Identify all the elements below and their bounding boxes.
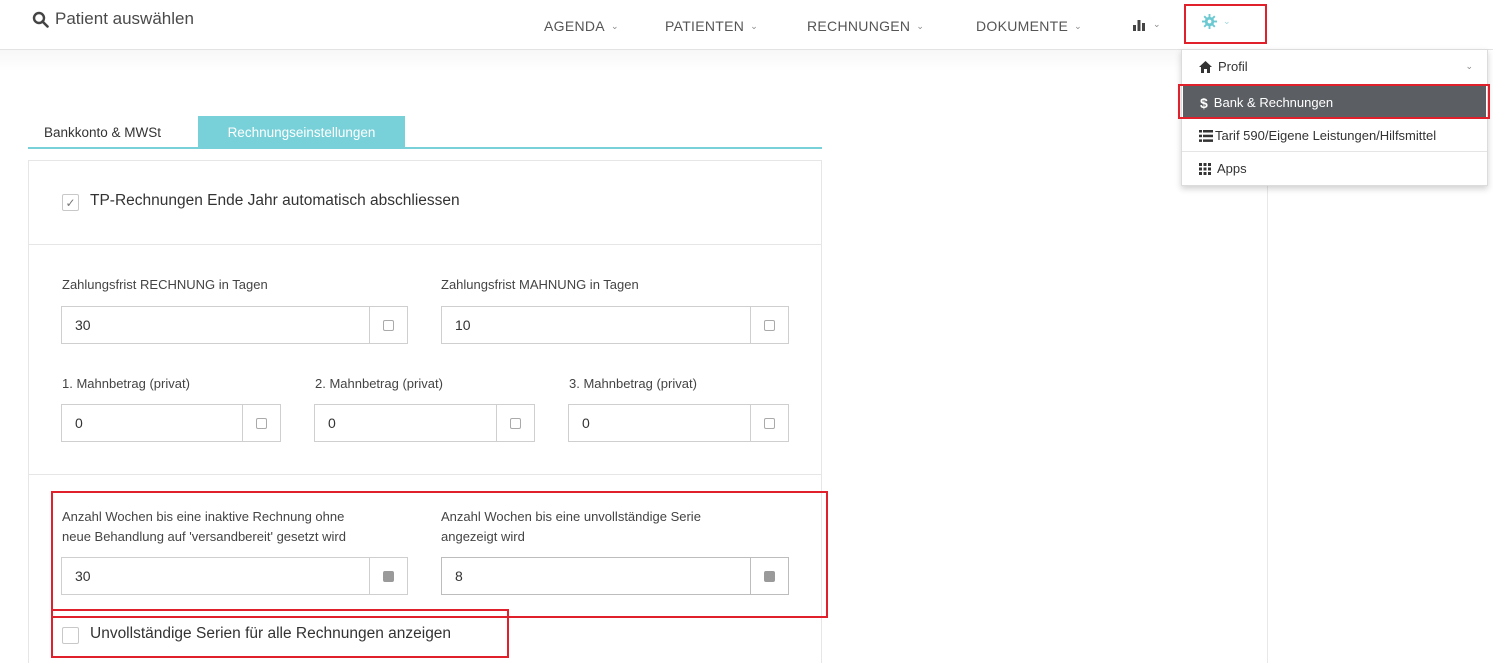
bar-chart-icon: [1133, 20, 1145, 31]
home-icon: [1199, 60, 1212, 73]
tp-auto-close-checkbox[interactable]: ✓: [62, 194, 79, 211]
chevron-down-icon: ⌄: [750, 20, 759, 31]
chevron-down-icon: ⌄: [1153, 19, 1161, 29]
square-icon: [764, 319, 775, 331]
wochen-serie-addon[interactable]: [751, 557, 789, 595]
nav-dokumente-label: DOKUMENTE: [976, 18, 1069, 34]
unvollstaendige-serien-label: Unvollständige Serien für alle Rechnunge…: [90, 625, 452, 642]
square-icon: [383, 319, 394, 331]
menu-item-apps-label: Apps: [1217, 161, 1247, 176]
menu-item-bank-rechnungen-label: Bank & Rechnungen: [1213, 95, 1334, 110]
nav-dokumente[interactable]: DOKUMENTE ⌄: [976, 18, 1082, 34]
mahnbetrag-1-input[interactable]: 0: [61, 404, 243, 442]
wochen-serie-label: Anzahl Wochen bis eine unvollständige Se…: [441, 507, 701, 547]
settings-dropdown: Profil ⌄ $ Bank & Rechnungen Tarif 590/E…: [1181, 49, 1488, 186]
section-divider: [28, 474, 822, 475]
zahlungsfrist-rechnung-addon[interactable]: [370, 306, 408, 344]
wochen-inaktiv-addon[interactable]: [370, 557, 408, 595]
menu-item-tarif-label: Tarif 590/Eigene Leistungen/Hilfsmittel: [1215, 128, 1437, 143]
list-icon: [1199, 129, 1213, 142]
mahnbetrag-1-label: 1. Mahnbetrag (privat): [62, 376, 190, 391]
square-icon: [256, 417, 267, 429]
tab-bankkonto[interactable]: Bankkonto & MWSt: [44, 116, 161, 148]
tab-rechnungseinstellungen-label: Rechnungseinstellungen: [227, 124, 376, 140]
menu-item-tarif[interactable]: Tarif 590/Eigene Leistungen/Hilfsmittel: [1182, 119, 1487, 152]
square-icon: [764, 417, 775, 429]
zahlungsfrist-rechnung-input[interactable]: 30: [61, 306, 370, 344]
wochen-inaktiv-label-line1: Anzahl Wochen bis eine inaktive Rechnung…: [62, 509, 345, 524]
gear-icon: [1202, 14, 1217, 29]
chevron-down-icon: ⌄: [610, 20, 619, 31]
mahnbetrag-2-input[interactable]: 0: [314, 404, 497, 442]
nav-patienten-label: PATIENTEN: [665, 18, 745, 34]
mahnbetrag-3-label: 3. Mahnbetrag (privat): [569, 376, 697, 391]
nav-agenda-label: AGENDA: [544, 18, 605, 34]
nav-rechnungen[interactable]: RECHNUNGEN ⌄: [807, 18, 924, 34]
wochen-inaktiv-label-line2: neue Behandlung auf 'versandbereit' gese…: [62, 529, 346, 544]
content-shadow: [0, 50, 1268, 72]
menu-separator: [1182, 84, 1487, 85]
zahlungsfrist-mahnung-input[interactable]: 10: [441, 306, 751, 344]
unvollstaendige-serien-checkbox[interactable]: [62, 627, 79, 644]
square-icon: [383, 570, 394, 582]
mahnbetrag-2-addon[interactable]: [497, 404, 535, 442]
menu-item-profil[interactable]: Profil ⌄: [1182, 50, 1487, 83]
mahnbetrag-3-input[interactable]: 0: [568, 404, 751, 442]
content-edge: [1267, 185, 1268, 663]
dollar-icon: $: [1200, 94, 1208, 111]
mahnbetrag-3-addon[interactable]: [751, 404, 789, 442]
chevron-down-icon: ⌄: [1223, 16, 1231, 26]
nav-rechnungen-label: RECHNUNGEN: [807, 18, 911, 34]
wochen-inaktiv-input[interactable]: 30: [61, 557, 370, 595]
nav-patienten[interactable]: PATIENTEN ⌄: [665, 18, 758, 34]
section-divider: [28, 244, 822, 245]
nav-agenda[interactable]: AGENDA ⌄: [544, 18, 619, 34]
wochen-inaktiv-label: Anzahl Wochen bis eine inaktive Rechnung…: [62, 507, 346, 547]
square-icon: [510, 417, 521, 429]
square-icon: [764, 570, 775, 582]
wochen-serie-label-line1: Anzahl Wochen bis eine unvollständige Se…: [441, 509, 701, 524]
patient-search-label: Patient auswählen: [55, 9, 194, 28]
top-navbar: Patient auswählen AGENDA ⌄ PATIENTEN ⌄ R…: [0, 0, 1493, 50]
wochen-serie-input[interactable]: 8: [441, 557, 751, 595]
tp-auto-close-label: TP-Rechnungen Ende Jahr automatisch absc…: [90, 192, 460, 209]
menu-item-apps[interactable]: Apps: [1182, 152, 1487, 185]
tab-rechnungseinstellungen[interactable]: Rechnungseinstellungen: [198, 116, 405, 148]
nav-statistics[interactable]: ⌄: [1133, 18, 1161, 31]
settings-menu-toggle[interactable]: ⌄: [1202, 14, 1231, 29]
patient-search[interactable]: Patient auswählen: [32, 9, 194, 29]
zahlungsfrist-mahnung-addon[interactable]: [751, 306, 789, 344]
grid-icon: [1199, 162, 1211, 175]
mahnbetrag-1-addon[interactable]: [243, 404, 281, 442]
menu-item-bank-rechnungen[interactable]: $ Bank & Rechnungen: [1183, 86, 1486, 119]
zahlungsfrist-mahnung-label: Zahlungsfrist MAHNUNG in Tagen: [441, 277, 639, 292]
chevron-down-icon: ⌄: [1465, 61, 1473, 71]
zahlungsfrist-rechnung-label: Zahlungsfrist RECHNUNG in Tagen: [62, 277, 268, 292]
search-icon: [32, 11, 49, 28]
chevron-down-icon: ⌄: [1074, 20, 1082, 31]
mahnbetrag-2-label: 2. Mahnbetrag (privat): [315, 376, 443, 391]
wochen-serie-label-line2: angezeigt wird: [441, 529, 525, 544]
tab-bankkonto-label: Bankkonto & MWSt: [44, 124, 162, 140]
chevron-down-icon: ⌄: [916, 20, 925, 31]
tab-underline: [28, 147, 822, 149]
menu-item-profil-label: Profil: [1218, 59, 1248, 74]
